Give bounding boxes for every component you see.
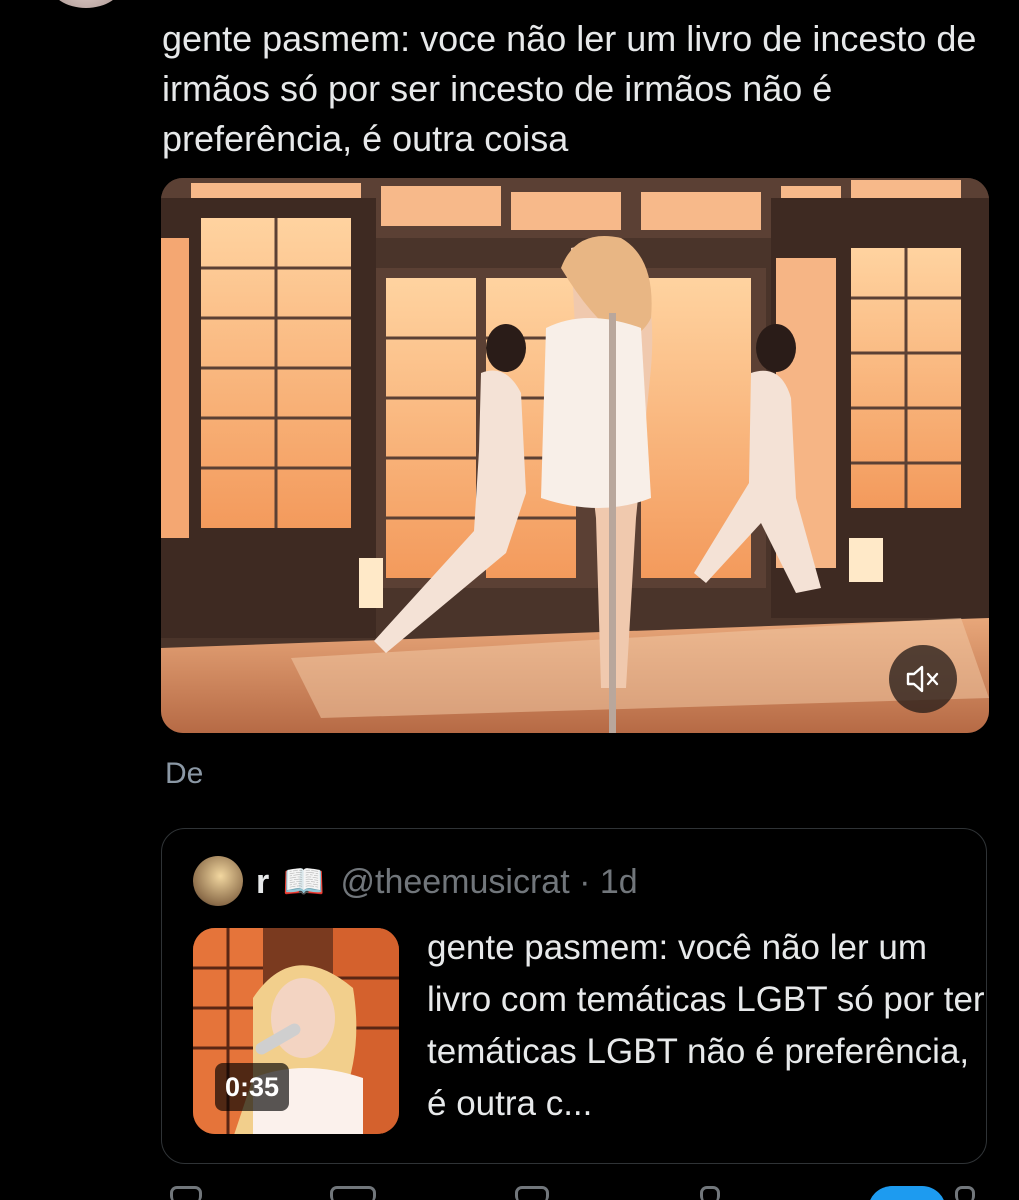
mute-toggle-button[interactable] — [889, 645, 957, 713]
quoted-author-avatar[interactable] — [193, 856, 243, 906]
tweet-detail-view: gente pasmem: voce não ler um livro de i… — [0, 0, 1019, 1200]
quoted-tweet-text: gente pasmem: você não ler um livro com … — [427, 928, 985, 1123]
header-separator: · — [579, 863, 591, 901]
compose-button[interactable] — [868, 1186, 946, 1200]
video-frame — [161, 178, 989, 733]
like-icon[interactable] — [515, 1186, 549, 1200]
action-bar — [0, 1186, 1019, 1200]
quoted-tweet-time[interactable]: 1d — [600, 863, 638, 901]
quoted-author-name[interactable]: r — [256, 863, 269, 901]
quoted-tweet-header: r 📖 @theemusicrat · 1d — [256, 860, 638, 904]
quoted-author-handle[interactable]: @theemusicrat — [340, 863, 569, 901]
author-avatar[interactable] — [50, 0, 122, 8]
repost-icon[interactable] — [330, 1186, 376, 1200]
views-icon[interactable] — [700, 1186, 720, 1200]
share-icon[interactable] — [955, 1186, 975, 1200]
speaker-muted-icon — [906, 665, 939, 693]
translate-link[interactable]: De — [165, 757, 203, 791]
reply-icon[interactable] — [170, 1186, 202, 1200]
video-duration-badge: 0:35 — [215, 1063, 290, 1111]
open-book-emoji: 📖 — [282, 863, 326, 901]
tweet-video[interactable] — [161, 178, 989, 733]
tweet-text: gente pasmem: voce não ler um livro de i… — [162, 18, 977, 159]
